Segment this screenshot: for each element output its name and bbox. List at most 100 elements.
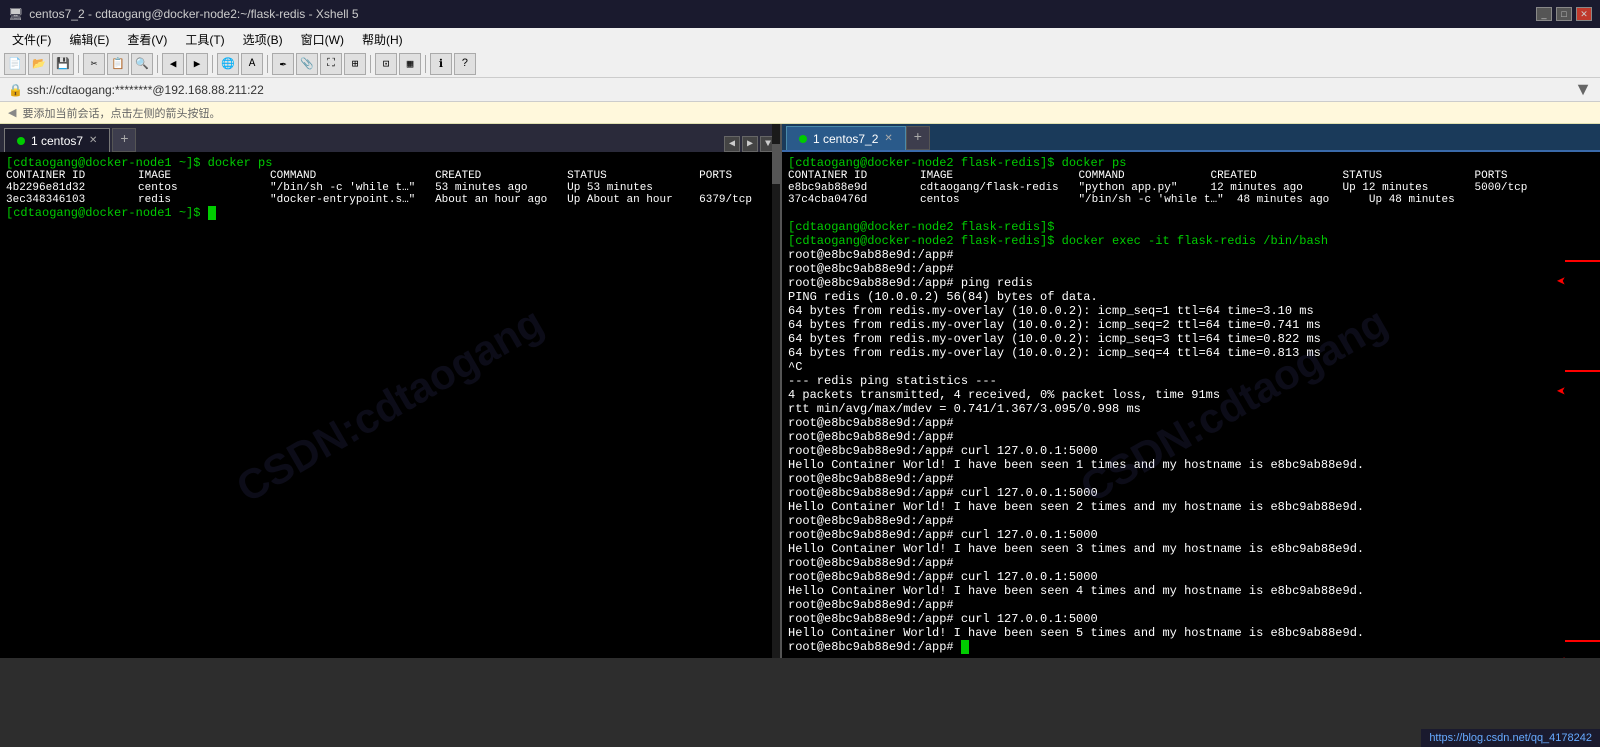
separator-5 [370, 55, 371, 73]
right-line-7: root@e8bc9ab88e9d:/app# ping redis [788, 276, 1600, 290]
left-tab-close[interactable]: ✕ [89, 135, 97, 146]
minimize-button[interactable]: _ [1536, 7, 1552, 21]
right-line-6: root@e8bc9ab88e9d:/app# [788, 262, 1600, 276]
open-button[interactable]: 📂 [28, 53, 50, 75]
notice-bar: ◀ 要添加当前会话，点击左侧的箭头按钮。 [0, 102, 1600, 124]
right-line-24: root@e8bc9ab88e9d:/app# [788, 514, 1600, 528]
right-cursor [961, 640, 969, 654]
connection-label: ssh://cdtaogang:********@192.168.88.211:… [27, 83, 264, 97]
left-line-3: [cdtaogang@docker-node1 ~]$ [6, 206, 774, 220]
toolbar: 📄 📂 💾 ✂ 📋 🔍 ◀ ▶ 🌐 A ✒ 📎 ⛶ ⊞ ⊡ ▦ ℹ ? [0, 50, 1600, 78]
left-tab-add[interactable]: + [112, 128, 136, 152]
right-line-25: root@e8bc9ab88e9d:/app# curl 127.0.0.1:5… [788, 528, 1600, 542]
status-url: https://blog.csdn.net/qq_4178242 [1429, 732, 1592, 744]
menu-tools[interactable]: 工具(T) [177, 29, 232, 50]
right-tab-dot [799, 135, 807, 143]
grid-button[interactable]: ⊞ [344, 53, 366, 75]
left-tab-nav: ◀ ▶ ▼ [724, 136, 776, 152]
left-tab-dot [17, 137, 25, 145]
help-button[interactable]: ? [454, 53, 476, 75]
right-line-1: e8bc9ab88e9d cdtaogang/flask-redis "pyth… [788, 182, 1600, 194]
left-tab-nav-prev[interactable]: ◀ [724, 136, 740, 152]
right-tab-add[interactable]: + [906, 126, 930, 150]
resize-button[interactable]: ⛶ [320, 53, 342, 75]
globe-button[interactable]: 🌐 [217, 53, 239, 75]
lock-icon: 🔒 [8, 83, 23, 97]
font-button[interactable]: A [241, 53, 263, 75]
menu-window[interactable]: 窗口(W) [293, 29, 352, 50]
menu-edit[interactable]: 编辑(E) [61, 29, 117, 50]
right-tab-label: 1 centos7_2 [813, 132, 878, 146]
right-line-12: 64 bytes from redis.my-overlay (10.0.0.2… [788, 346, 1600, 360]
right-line-18: root@e8bc9ab88e9d:/app# [788, 430, 1600, 444]
new-button[interactable]: 📄 [4, 53, 26, 75]
arrow-3: ➤ [1556, 650, 1566, 658]
menu-view[interactable]: 查看(V) [119, 29, 175, 50]
layout-button[interactable]: ▦ [399, 53, 421, 75]
dropdown-arrow[interactable]: ▼ [1574, 79, 1592, 100]
notice-arrow-icon: ◀ [8, 106, 16, 119]
right-line-31: root@e8bc9ab88e9d:/app# curl 127.0.0.1:5… [788, 612, 1600, 626]
connection-bar: 🔒 ssh://cdtaogang:********@192.168.88.21… [0, 78, 1600, 102]
right-line-16: rtt min/avg/max/mdev = 0.741/1.367/3.095… [788, 402, 1600, 416]
right-line-4: [cdtaogang@docker-node2 flask-redis]$ do… [788, 234, 1600, 248]
right-terminal-content[interactable]: CSDN:cdtaogang [cdtaogang@docker-node2 f… [782, 152, 1600, 658]
menu-file[interactable]: 文件(F) [4, 29, 59, 50]
right-tab-close[interactable]: ✕ [884, 133, 892, 144]
menu-options[interactable]: 选项(B) [235, 29, 291, 50]
left-cursor [208, 206, 216, 220]
window-controls[interactable]: _ □ ✕ [1536, 7, 1592, 21]
right-line-30: root@e8bc9ab88e9d:/app# [788, 598, 1600, 612]
left-scrollbar-thumb[interactable] [772, 144, 780, 184]
separator-1 [78, 55, 79, 73]
left-tab-centos7[interactable]: 1 centos7 ✕ [4, 128, 110, 152]
left-scrollbar[interactable] [772, 124, 780, 658]
right-line-blank1 [788, 206, 1600, 220]
left-line-2: 3ec348346103 redis "docker-entrypoint.s…… [6, 194, 774, 206]
right-line-9: 64 bytes from redis.my-overlay (10.0.0.2… [788, 304, 1600, 318]
scissors-button[interactable]: ✂ [83, 53, 105, 75]
left-terminal-content[interactable]: CSDN:cdtaogang [cdtaogang@docker-node1 ~… [0, 152, 780, 658]
right-terminal-pane: 1 centos7_2 ✕ + ◀ ▶ ▼ CSDN:cdtaogang [cd… [780, 124, 1600, 658]
right-line-19: root@e8bc9ab88e9d:/app# curl 127.0.0.1:5… [788, 444, 1600, 458]
attach-button[interactable]: 📎 [296, 53, 318, 75]
right-tab-centos7-2[interactable]: 1 centos7_2 ✕ [786, 126, 906, 150]
right-line-14: --- redis ping statistics --- [788, 374, 1600, 388]
right-line-0: [cdtaogang@docker-node2 flask-redis]$ do… [788, 156, 1600, 170]
nav-forward[interactable]: ▶ [186, 53, 208, 75]
left-terminal-pane: 1 centos7 ✕ + ◀ ▶ ▼ CSDN:cdtaogang [cdta… [0, 124, 780, 658]
left-line-1: 4b2296e81d32 centos "/bin/sh -c 'while t… [6, 182, 774, 194]
right-line-22: root@e8bc9ab88e9d:/app# curl 127.0.0.1:5… [788, 486, 1600, 500]
menu-help[interactable]: 帮助(H) [354, 29, 411, 50]
title-bar: 🖥 centos7_2 - cdtaogang@docker-node2:~/f… [0, 0, 1600, 28]
right-line-27: root@e8bc9ab88e9d:/app# [788, 556, 1600, 570]
arrow-line-1 [1565, 260, 1600, 262]
app-icon: 🖥 [8, 7, 23, 21]
arrow-line-2 [1565, 370, 1600, 372]
arrow-1: ➤ [1556, 270, 1566, 290]
info-button[interactable]: ℹ [430, 53, 452, 75]
maximize-button[interactable]: □ [1556, 7, 1572, 21]
left-tab-nav-next[interactable]: ▶ [742, 136, 758, 152]
save-button[interactable]: 💾 [52, 53, 74, 75]
arrow-2: ➤ [1556, 380, 1566, 400]
right-line-23: Hello Container World! I have been seen … [788, 500, 1600, 514]
copy-button[interactable]: 📋 [107, 53, 129, 75]
status-bar: https://blog.csdn.net/qq_4178242 [1421, 729, 1600, 747]
close-button[interactable]: ✕ [1576, 7, 1592, 21]
arrow-line-3 [1565, 640, 1600, 642]
notice-text: 要添加当前会话，点击左侧的箭头按钮。 [22, 105, 220, 121]
right-line-28: root@e8bc9ab88e9d:/app# curl 127.0.0.1:5… [788, 570, 1600, 584]
right-line-3: [cdtaogang@docker-node2 flask-redis]$ [788, 220, 1600, 234]
separator-4 [267, 55, 268, 73]
nav-back[interactable]: ◀ [162, 53, 184, 75]
left-line-header: CONTAINER ID IMAGE COMMAND CREATED STATU… [6, 170, 774, 182]
left-tab-bar: 1 centos7 ✕ + ◀ ▶ ▼ [0, 124, 780, 152]
compose-button[interactable]: ✒ [272, 53, 294, 75]
split-button[interactable]: ⊡ [375, 53, 397, 75]
left-line-0: [cdtaogang@docker-node1 ~]$ docker ps [6, 156, 774, 170]
right-line-10: 64 bytes from redis.my-overlay (10.0.0.2… [788, 318, 1600, 332]
right-line-32: Hello Container World! I have been seen … [788, 626, 1600, 640]
right-line-29: Hello Container World! I have been seen … [788, 584, 1600, 598]
find-button[interactable]: 🔍 [131, 53, 153, 75]
